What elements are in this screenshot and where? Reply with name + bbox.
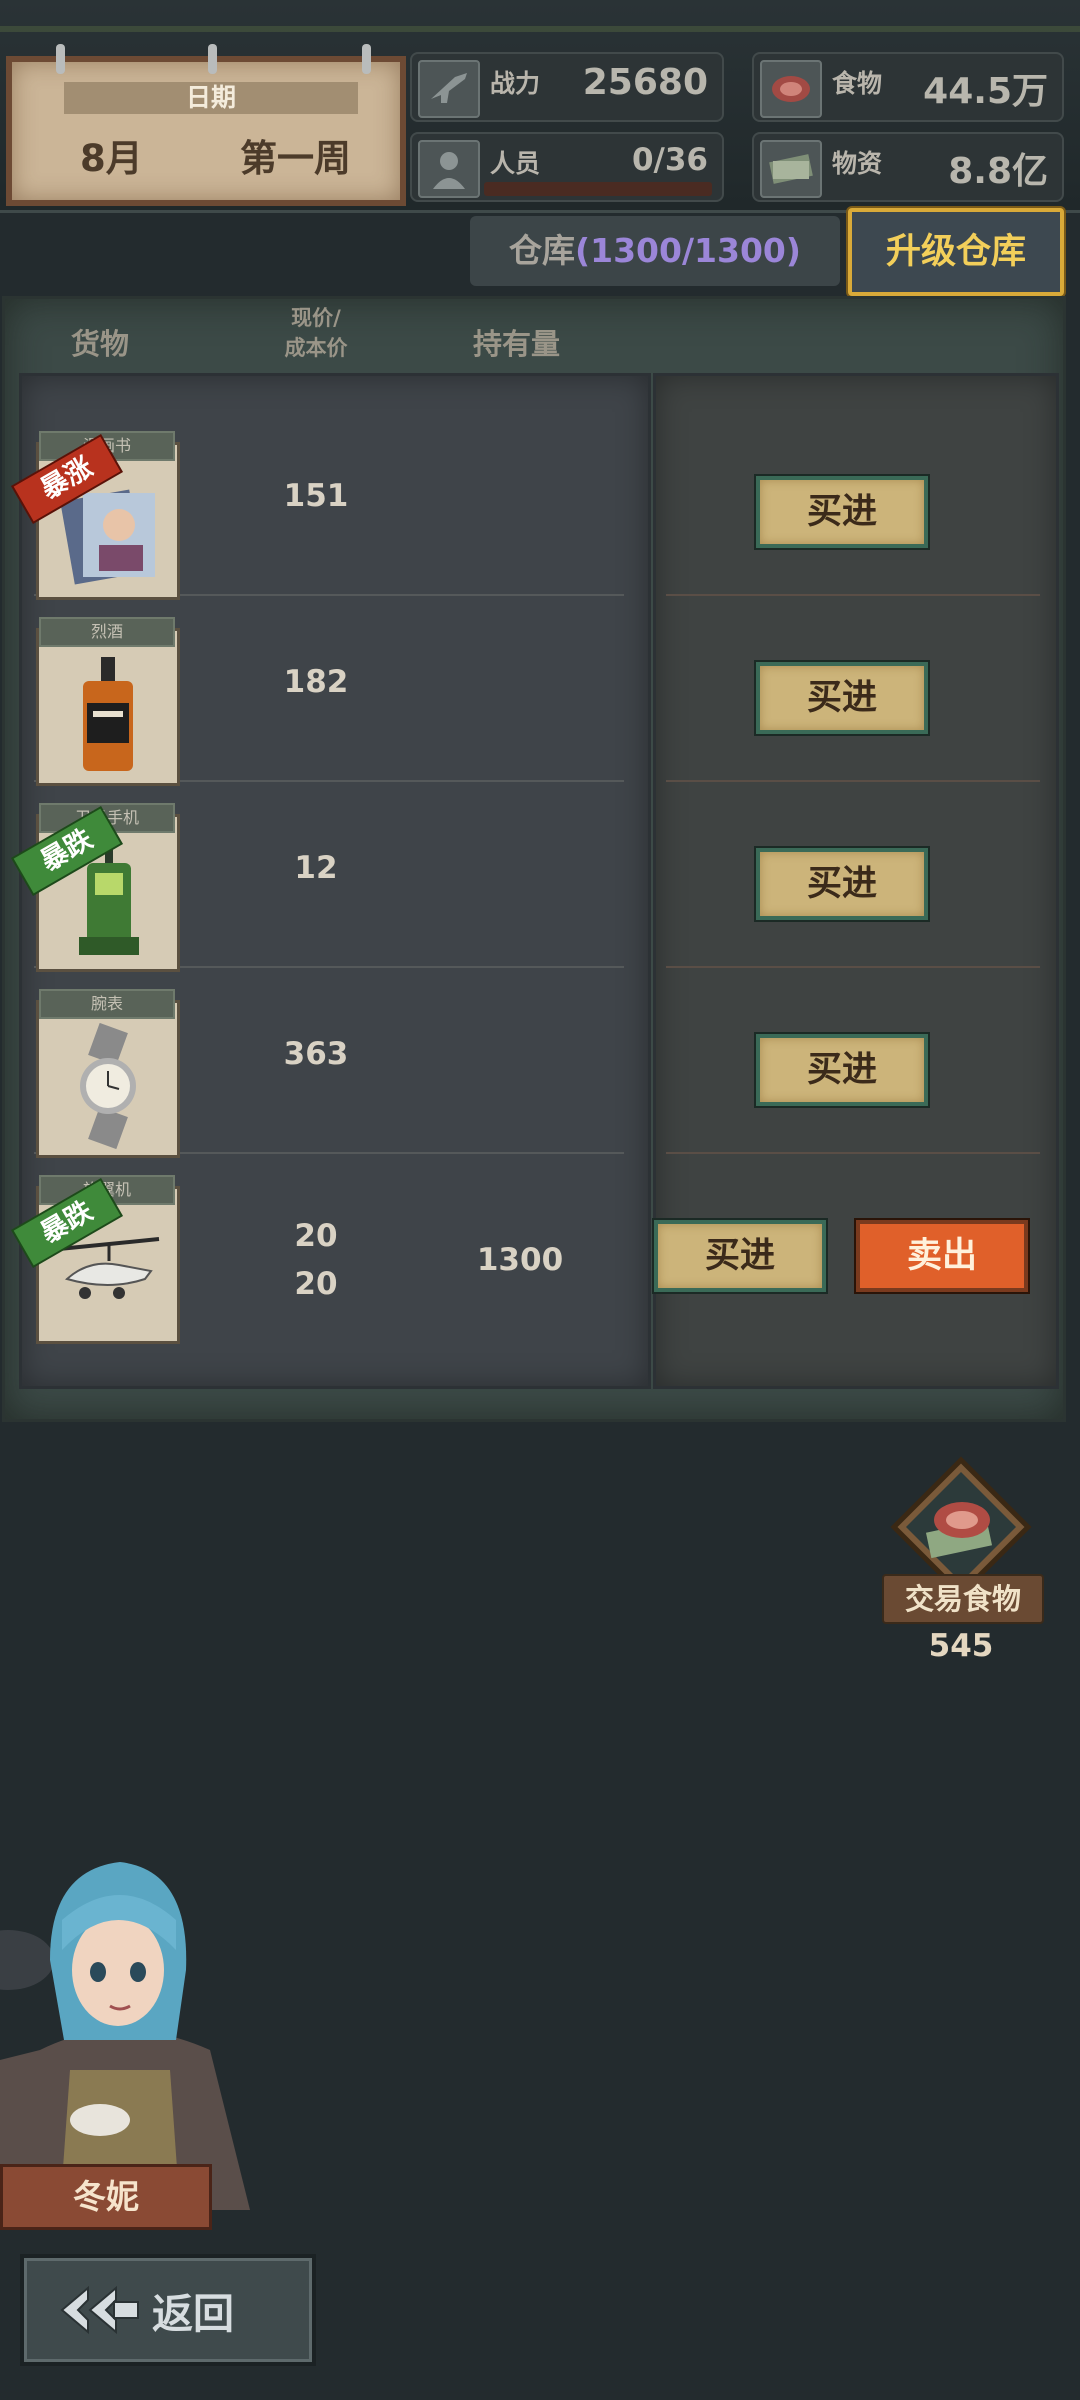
- date-title: 日期: [185, 83, 236, 112]
- food-stat: 食物 44.5万: [752, 52, 1064, 122]
- warehouse-close-paren: ): [785, 231, 801, 270]
- item-card-comic[interactable]: 漫画书 暴涨: [13, 431, 180, 600]
- date-week: 第一周: [240, 137, 351, 180]
- cash-icon: [760, 140, 822, 198]
- food-label: 食物: [832, 69, 883, 98]
- item-price: 151: [283, 478, 349, 514]
- supplies-stat: 物资 8.8亿: [752, 132, 1064, 202]
- row-divider: [666, 1152, 1040, 1154]
- item-price: 182: [283, 664, 349, 700]
- row-divider: [666, 594, 1040, 596]
- item-card-watch[interactable]: 腕表: [36, 989, 180, 1158]
- staff-progress-bar: [484, 182, 712, 196]
- staff-value: 0/36: [631, 142, 708, 178]
- top-bar-edge: [0, 26, 1080, 32]
- staff-label: 人员: [490, 149, 541, 178]
- food-value: 44.5万: [923, 71, 1048, 112]
- item-card-satphone[interactable]: 卫星手机 暴跌: [13, 803, 180, 972]
- person-icon: [418, 140, 480, 198]
- warehouse-open-paren: (: [575, 231, 591, 270]
- item-price: 12: [294, 850, 338, 886]
- item-holding: 1300: [476, 1242, 564, 1278]
- warehouse-capacity: 仓库(1300/1300): [470, 216, 840, 286]
- trade-food-count: 545: [928, 1628, 994, 1664]
- top-status-bar: 日期 8月 第一周 战力 25680 人员 0/36 食物 44.5万 物资 8…: [0, 0, 1080, 213]
- merchant-character-portrait: [0, 1862, 250, 2210]
- buy-button[interactable]: 买进: [654, 1220, 826, 1292]
- row-divider: [666, 966, 1040, 968]
- pin-icon: [362, 44, 371, 74]
- power-stat: 战力 25680: [410, 52, 724, 122]
- market-panel: 货物 现价/ 成本价 持有量 漫画书 暴涨 151 烈酒 182 卫星手机 暴跌…: [2, 296, 1066, 1422]
- item-tag: 腕表: [39, 989, 175, 1019]
- staff-stat: 人员 0/36: [410, 132, 724, 202]
- buy-button[interactable]: 买进: [756, 662, 928, 734]
- item-cost-price: 20: [294, 1266, 338, 1302]
- buy-button[interactable]: 买进: [756, 1034, 928, 1106]
- rifle-icon: [418, 60, 480, 118]
- col-price-line1: 现价/: [291, 306, 341, 330]
- buy-button[interactable]: 买进: [756, 476, 928, 548]
- pin-icon: [56, 44, 65, 74]
- buy-button[interactable]: 买进: [756, 848, 928, 920]
- item-card-liquor[interactable]: 烈酒: [36, 617, 180, 786]
- col-price-line2: 成本价: [284, 336, 348, 360]
- supplies-label: 物资: [832, 149, 883, 178]
- item-card-gyrocopter[interactable]: 旋翼机 暴跌: [13, 1175, 180, 1344]
- goods-list-panel: 漫画书 暴涨 151 烈酒 182 卫星手机 暴跌 12 腕表 363 旋翼机 …: [13, 373, 651, 1389]
- col-price-header: 现价/ 成本价: [261, 303, 371, 363]
- wristwatch-icon: [80, 1023, 136, 1149]
- sell-button[interactable]: 卖出: [856, 1220, 1028, 1292]
- item-tag: 烈酒: [39, 617, 175, 647]
- item-price: 363: [283, 1036, 349, 1072]
- warehouse-count: 1300/1300: [590, 231, 786, 270]
- date-title-bar: 日期: [64, 82, 358, 114]
- back-button[interactable]: 返回: [20, 2254, 316, 2366]
- date-card: 日期 8月 第一周: [6, 44, 406, 206]
- col-holding-header: 持有量: [473, 327, 561, 361]
- pin-icon: [208, 44, 217, 74]
- row-divider: [666, 780, 1040, 782]
- power-label: 战力: [490, 69, 541, 98]
- warehouse-label: 仓库: [509, 231, 576, 270]
- col-goods-header: 货物: [71, 327, 130, 361]
- upgrade-warehouse-button[interactable]: 升级仓库: [848, 208, 1064, 296]
- power-value: 25680: [582, 62, 708, 103]
- back-label: 返回: [152, 2290, 234, 2338]
- liquor-bottle-icon: [83, 657, 133, 771]
- item-price: 20: [294, 1218, 338, 1254]
- double-arrow-left-icon: [60, 2285, 139, 2335]
- trade-food-button[interactable]: 交易食物: [882, 1574, 1044, 1624]
- character-name-plate: 冬妮: [0, 2164, 212, 2230]
- trade-actions-panel: 买进 买进 买进 买进 买进 卖出: [653, 373, 1059, 1389]
- date-month: 8月: [80, 137, 143, 180]
- meat-icon: [760, 60, 822, 118]
- supplies-value: 8.8亿: [948, 151, 1048, 192]
